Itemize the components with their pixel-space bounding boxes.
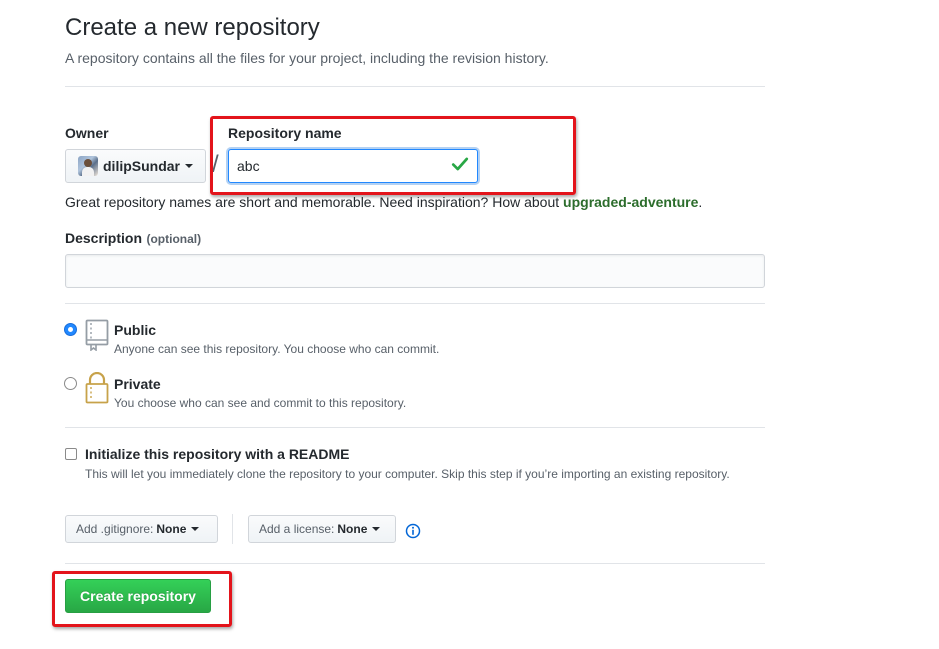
- avatar: [78, 156, 98, 176]
- readme-title: Initialize this repository with a README: [85, 446, 350, 462]
- vertical-divider: [232, 514, 233, 544]
- caret-down-icon: [185, 164, 193, 168]
- license-select-button[interactable]: Add a license: None: [248, 515, 396, 543]
- description-label-row: Description (optional): [65, 230, 201, 248]
- repo-name-hint: Great repository names are short and mem…: [65, 194, 702, 210]
- description-label: Description: [65, 230, 143, 246]
- owner-name: dilipSundar: [103, 158, 180, 174]
- name-suggestion-link[interactable]: upgraded-adventure: [563, 194, 698, 210]
- private-desc: You choose who can see and commit to thi…: [114, 396, 407, 410]
- public-title: Public: [114, 322, 157, 338]
- gitignore-select-button[interactable]: Add .gitignore: None: [65, 515, 218, 543]
- divider: [65, 303, 765, 304]
- readme-desc: This will let you immediately clone the …: [85, 467, 730, 481]
- info-icon[interactable]: [405, 523, 421, 539]
- description-input[interactable]: [65, 254, 765, 288]
- owner-label: Owner: [65, 125, 109, 141]
- divider: [65, 563, 765, 564]
- private-radio[interactable]: [64, 377, 77, 390]
- private-title: Private: [114, 376, 161, 392]
- gitignore-label: Add .gitignore:: [76, 522, 154, 536]
- repo-book-icon: [85, 319, 109, 351]
- license-value: None: [337, 522, 368, 536]
- page-subtitle: A repository contains all the files for …: [65, 50, 549, 66]
- public-desc: Anyone can see this repository. You choo…: [114, 342, 440, 356]
- public-radio[interactable]: [64, 323, 77, 336]
- highlight-box-create-button: [52, 571, 232, 627]
- divider: [65, 427, 765, 428]
- caret-down-icon: [191, 527, 200, 531]
- hint-suffix: .: [698, 194, 703, 210]
- lock-icon: [85, 372, 109, 404]
- gitignore-value: None: [156, 522, 187, 536]
- divider: [65, 86, 765, 87]
- highlight-box-repo-name: [210, 116, 576, 195]
- page-title: Create a new repository: [65, 14, 320, 41]
- license-label: Add a license:: [259, 522, 335, 536]
- readme-checkbox[interactable]: [65, 448, 77, 460]
- caret-down-icon: [372, 527, 381, 531]
- owner-select-button[interactable]: dilipSundar: [65, 149, 206, 183]
- optional-tag: (optional): [146, 232, 202, 246]
- hint-text: Great repository names are short and mem…: [65, 194, 564, 210]
